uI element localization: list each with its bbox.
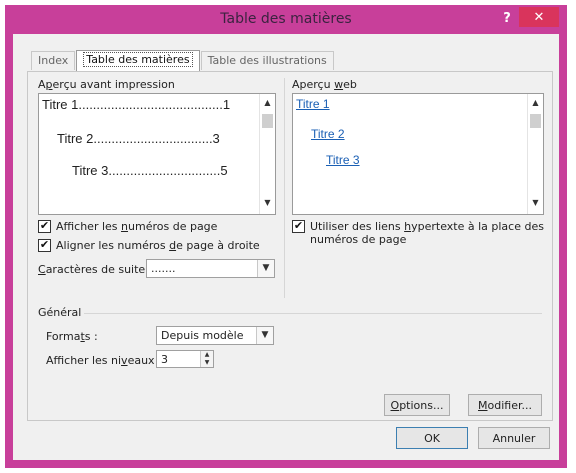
toc-line-level-1: Titre 1.................................… [42, 97, 231, 112]
scroll-up-icon[interactable]: ▲ [528, 98, 543, 110]
general-group-title: Général [38, 306, 82, 319]
show-page-numbers-checkbox[interactable]: ✔ [38, 220, 51, 233]
formats-label: Formats : [46, 330, 98, 343]
hyperlinks-checkbox[interactable]: ✔ [292, 220, 305, 233]
tab-table-of-contents-label: Table des matières [83, 52, 193, 67]
close-icon: ✕ [533, 9, 545, 25]
print-preview-label: Aperçu avant impression [38, 78, 175, 91]
close-button[interactable]: ✕ [519, 7, 559, 27]
formats-select[interactable]: Depuis modèle ▼ [156, 326, 274, 345]
align-right-label: Aligner les numéros de page à droite [56, 239, 260, 252]
dialog-title: Table des matières [220, 11, 352, 27]
show-page-numbers-label: Afficher les numéros de page [56, 220, 218, 233]
leader-value: ....... [151, 262, 176, 275]
toc-line-level-3: Titre 3...............................5 [72, 163, 228, 178]
cancel-button[interactable]: Annuler [478, 427, 550, 449]
formats-value: Depuis modèle [161, 329, 244, 342]
tab-panel: Aperçu avant impression Titre 1.........… [27, 71, 553, 421]
scroll-down-icon[interactable]: ▼ [528, 198, 543, 210]
web-preview-box[interactable]: Titre 1 Titre 2 Titre 3 ▲ ▼ [292, 93, 544, 215]
print-preview-scrollbar[interactable]: ▲ ▼ [259, 94, 275, 214]
print-preview-box[interactable]: Titre 1.................................… [38, 93, 276, 215]
hyperlinks-label: Utiliser des liens hypertexte à la place… [310, 220, 544, 233]
title-bar[interactable]: Table des matières ? ✕ [5, 5, 567, 33]
levels-spinner[interactable]: 3 ▲ ▼ [156, 350, 214, 368]
web-preview-scrollbar[interactable]: ▲ ▼ [527, 94, 543, 214]
toc-line-level-2: Titre 2.................................… [57, 131, 220, 146]
web-link-level-3[interactable]: Titre 3 [326, 153, 360, 167]
hyperlinks-label-line2: numéros de page [310, 233, 407, 246]
tab-table-of-figures[interactable]: Table des illustrations [200, 51, 334, 70]
general-separator [84, 313, 542, 314]
web-link-level-1[interactable]: Titre 1 [296, 97, 330, 111]
leader-select[interactable]: ....... ▼ [146, 259, 275, 278]
column-divider [284, 78, 285, 298]
web-preview-label: Aperçu web [292, 78, 357, 91]
chevron-down-icon[interactable]: ▼ [256, 327, 273, 344]
levels-value: 3 [161, 353, 168, 366]
align-right-checkbox[interactable]: ✔ [38, 239, 51, 252]
web-link-level-2[interactable]: Titre 2 [311, 127, 345, 141]
tab-strip: Index Table des matières Table des illus… [31, 50, 335, 71]
ok-button[interactable]: OK [396, 427, 468, 449]
options-button[interactable]: Options... [384, 394, 450, 416]
levels-label: Afficher les niveaux : [46, 354, 162, 367]
tab-table-of-contents[interactable]: Table des matières [76, 50, 200, 71]
scroll-thumb[interactable] [530, 114, 541, 128]
modify-button[interactable]: Modifier... [468, 394, 542, 416]
scroll-down-icon[interactable]: ▼ [260, 198, 275, 210]
help-button[interactable]: ? [497, 9, 517, 27]
spin-up-icon[interactable]: ▲ [201, 351, 213, 359]
levels-spinner-buttons[interactable]: ▲ ▼ [200, 351, 213, 367]
leader-label: Caractères de suite : [38, 263, 153, 276]
scroll-thumb[interactable] [262, 114, 273, 128]
tab-index[interactable]: Index [31, 51, 76, 70]
scroll-up-icon[interactable]: ▲ [260, 98, 275, 110]
dialog-client: Index Table des matières Table des illus… [13, 34, 559, 460]
spin-down-icon[interactable]: ▼ [201, 359, 213, 367]
chevron-down-icon[interactable]: ▼ [257, 260, 274, 277]
dialog-window: Table des matières ? ✕ Index Table des m… [5, 5, 567, 468]
